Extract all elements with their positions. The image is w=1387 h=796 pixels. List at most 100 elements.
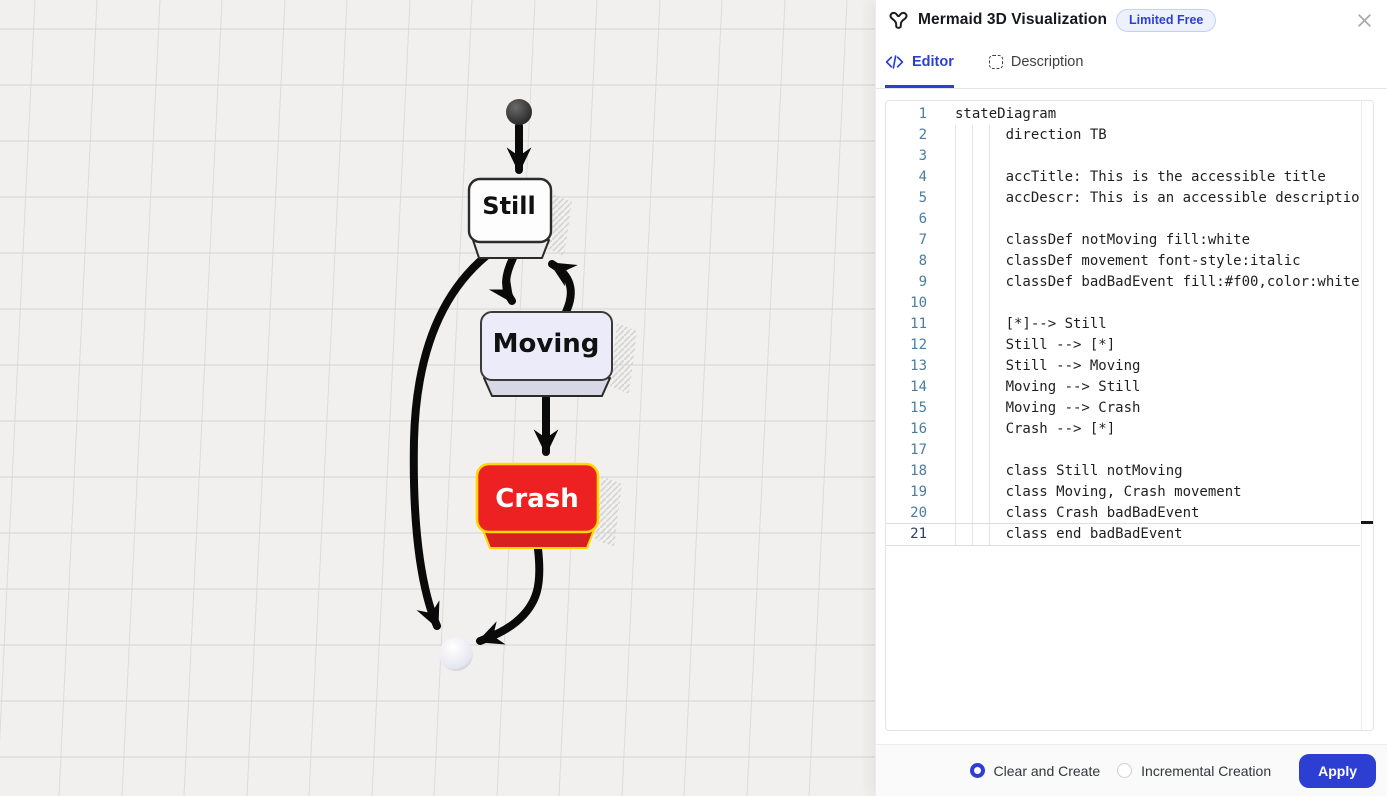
code-text: class Moving, Crash movement	[927, 482, 1242, 503]
cursor-position-marker	[1361, 521, 1374, 524]
code-line[interactable]: 15 Moving --> Crash	[886, 398, 1360, 419]
edge-moving-to-still	[552, 264, 571, 312]
line-number: 2	[886, 125, 927, 146]
code-line[interactable]: 21 class end badBadEvent	[886, 524, 1360, 545]
tab-editor[interactable]: Editor	[885, 40, 954, 88]
line-number: 4	[886, 167, 927, 188]
option-label: Incremental Creation	[1141, 763, 1271, 779]
code-text	[927, 293, 955, 314]
close-icon	[1357, 13, 1372, 28]
code-line[interactable]: 18 class Still notMoving	[886, 461, 1360, 482]
code-lines[interactable]: 1stateDiagram2 direction TB34 accTitle: …	[886, 104, 1360, 730]
line-number: 7	[886, 230, 927, 251]
code-text: classDef notMoving fill:white	[927, 230, 1250, 251]
code-text: direction TB	[927, 125, 1107, 146]
editor-scroll-gutter[interactable]	[1361, 101, 1373, 730]
code-line[interactable]: 19 class Moving, Crash movement	[886, 482, 1360, 503]
code-text: classDef movement font-style:italic	[927, 251, 1301, 272]
edge-crash-to-end	[480, 549, 539, 641]
line-number: 8	[886, 251, 927, 272]
code-line[interactable]: 4 accTitle: This is the accessible title	[886, 167, 1360, 188]
edge-still-to-end	[414, 256, 486, 626]
moving-label: Moving	[493, 329, 600, 359]
line-number: 10	[886, 293, 927, 314]
state-node-moving[interactable]: Moving	[481, 312, 612, 396]
code-line[interactable]: 11 [*]--> Still	[886, 314, 1360, 335]
code-line[interactable]: 13 Still --> Moving	[886, 356, 1360, 377]
code-line[interactable]: 8 classDef movement font-style:italic	[886, 251, 1360, 272]
line-number: 19	[886, 482, 927, 503]
code-line[interactable]: 6	[886, 209, 1360, 230]
panel-title: Mermaid 3D Visualization	[918, 11, 1107, 29]
start-state-node[interactable]	[506, 99, 532, 125]
code-text: Still --> [*]	[927, 335, 1115, 356]
line-number: 5	[886, 188, 927, 209]
line-number: 17	[886, 440, 927, 461]
code-text: class end badBadEvent	[927, 524, 1183, 545]
code-line[interactable]: 9 classDef badBadEvent fill:#f00,color:w…	[886, 272, 1360, 293]
code-text: classDef badBadEvent fill:#f00,color:whi…	[927, 272, 1360, 293]
line-number: 3	[886, 146, 927, 167]
end-state-node[interactable]	[439, 637, 473, 671]
line-number: 14	[886, 377, 927, 398]
crash-label: Crash	[495, 484, 578, 514]
code-icon	[885, 54, 904, 70]
line-number: 20	[886, 503, 927, 524]
tab-editor-label: Editor	[912, 54, 954, 70]
option-label: Clear and Create	[994, 763, 1101, 779]
code-line[interactable]: 14 Moving --> Still	[886, 377, 1360, 398]
line-number: 6	[886, 209, 927, 230]
line-number: 13	[886, 356, 927, 377]
line-number: 18	[886, 461, 927, 482]
line-number: 9	[886, 272, 927, 293]
code-editor[interactable]: 1stateDiagram2 direction TB34 accTitle: …	[885, 100, 1374, 731]
code-text: Moving --> Crash	[927, 398, 1140, 419]
line-number: 15	[886, 398, 927, 419]
code-text	[927, 209, 955, 230]
code-line[interactable]: 16 Crash --> [*]	[886, 419, 1360, 440]
edge-still-to-moving	[506, 258, 513, 301]
apply-button[interactable]: Apply	[1299, 754, 1376, 788]
code-text	[927, 146, 955, 167]
mermaid-panel: Mermaid 3D Visualization Limited Free Ed…	[875, 0, 1387, 796]
line-number: 12	[886, 335, 927, 356]
state-diagram-3d: Still Moving Crash	[0, 0, 875, 796]
tab-description[interactable]: Description	[989, 40, 1084, 88]
line-number: 21	[886, 524, 927, 545]
code-text: Still --> Moving	[927, 356, 1140, 377]
code-line[interactable]: 12 Still --> [*]	[886, 335, 1360, 356]
option-incremental-creation[interactable]: Incremental Creation	[1117, 763, 1271, 779]
code-text: class Still notMoving	[927, 461, 1183, 482]
code-text: accTitle: This is the accessible title	[927, 167, 1326, 188]
code-line[interactable]: 7 classDef notMoving fill:white	[886, 230, 1360, 251]
code-text: stateDiagram	[927, 104, 1056, 125]
state-node-crash[interactable]: Crash	[477, 464, 598, 548]
state-node-still[interactable]: Still	[469, 179, 551, 258]
code-line[interactable]: 10	[886, 293, 1360, 314]
plan-badge: Limited Free	[1116, 9, 1216, 32]
code-line[interactable]: 2 direction TB	[886, 125, 1360, 146]
code-text: [*]--> Still	[927, 314, 1107, 335]
radio-unselected-icon[interactable]	[1117, 763, 1132, 778]
code-line[interactable]: 5 accDescr: This is an accessible descri…	[886, 188, 1360, 209]
line-number: 16	[886, 419, 927, 440]
code-line[interactable]: 17	[886, 440, 1360, 461]
still-label: Still	[482, 192, 535, 220]
close-button[interactable]	[1353, 9, 1375, 31]
radio-selected-icon[interactable]	[970, 763, 985, 778]
option-clear-and-create[interactable]: Clear and Create	[970, 763, 1101, 779]
code-text: Moving --> Still	[927, 377, 1140, 398]
3d-viewport[interactable]: Still Moving Crash	[0, 0, 875, 796]
grid	[0, 0, 875, 796]
code-line[interactable]: 20 class Crash badBadEvent	[886, 503, 1360, 524]
code-line[interactable]: 3	[886, 146, 1360, 167]
code-text	[927, 440, 955, 461]
panel-footer: Clear and Create Incremental Creation Ap…	[876, 744, 1387, 796]
code-line[interactable]: 1stateDiagram	[886, 104, 1360, 125]
selection-box-icon	[989, 55, 1003, 69]
mermaid-logo-icon	[888, 10, 909, 31]
mermaid-3d-app: Still Moving Crash Mermaid 3D Vi	[0, 0, 1387, 796]
tab-bar: Editor Description	[876, 40, 1387, 89]
line-number: 11	[886, 314, 927, 335]
line-number: 1	[886, 104, 927, 125]
